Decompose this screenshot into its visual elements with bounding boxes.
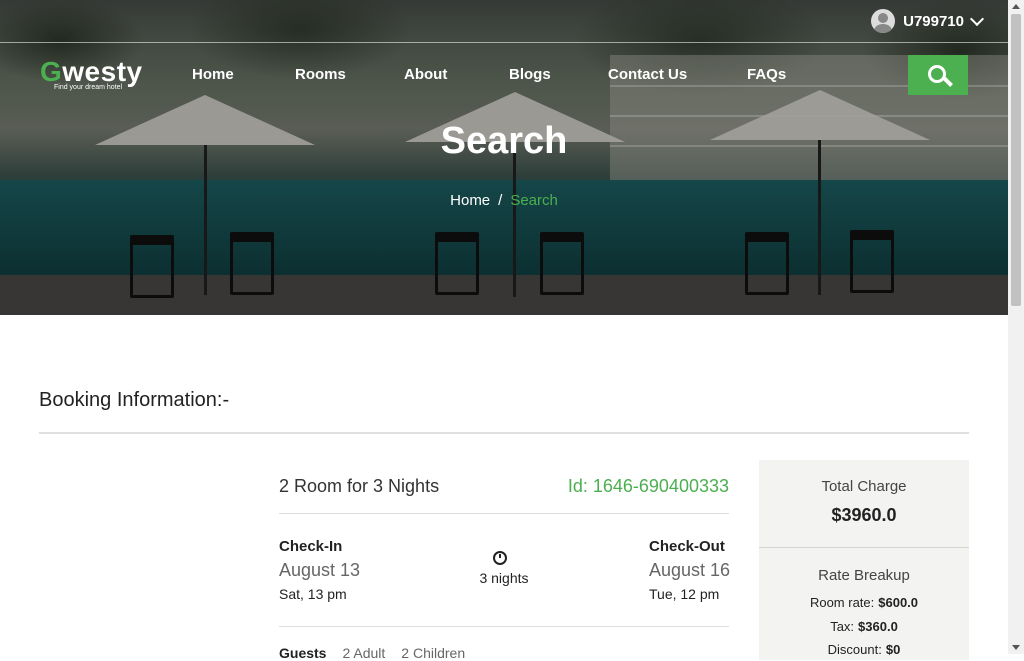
guests-adults: 2 Adult bbox=[342, 645, 386, 661]
search-button[interactable] bbox=[908, 55, 968, 95]
room-rate-label: Room rate: bbox=[809, 595, 875, 610]
checkin-time: Sat, 13 pm bbox=[279, 586, 347, 602]
checkout-label: Check-Out bbox=[649, 538, 725, 555]
booking-summary: 2 Room for 3 Nights bbox=[279, 476, 440, 496]
nav-home[interactable]: Home bbox=[192, 66, 234, 83]
breadcrumb-current: Search bbox=[510, 192, 558, 209]
stay-duration: 3 nights bbox=[479, 570, 529, 586]
breadcrumb-separator: / bbox=[498, 192, 503, 209]
guests-children: 2 Children bbox=[401, 645, 466, 661]
scroll-up-arrow-icon[interactable] bbox=[1012, 4, 1020, 9]
divider bbox=[39, 432, 969, 434]
divider bbox=[759, 547, 969, 548]
room-rate-row: Room rate: $600.0 bbox=[759, 595, 969, 610]
room-rate-value: $600.0 bbox=[878, 595, 919, 610]
tax-value: $360.0 bbox=[858, 619, 898, 634]
checkout-time: Tue, 12 pm bbox=[649, 586, 720, 602]
checkin-label: Check-In bbox=[279, 538, 343, 555]
clock-icon bbox=[493, 551, 507, 565]
checkin-date: August 13 bbox=[279, 560, 361, 580]
checkout-date: August 16 bbox=[649, 560, 731, 580]
search-icon-handle bbox=[943, 77, 953, 87]
hero-banner: U799710 Gwesty Find your dream hotel Hom… bbox=[0, 0, 1008, 315]
tax-row: Tax: $360.0 bbox=[759, 619, 969, 634]
username: U799710 bbox=[903, 12, 964, 30]
scroll-down-arrow-icon[interactable] bbox=[1012, 645, 1020, 650]
section-title: Booking Information:- bbox=[39, 389, 230, 411]
rate-breakup-label: Rate Breakup bbox=[818, 567, 910, 584]
total-charge-value: $3960.0 bbox=[831, 505, 897, 525]
user-menu[interactable]: U799710 bbox=[871, 9, 985, 33]
discount-label: Discount: bbox=[827, 642, 882, 657]
nav-rooms[interactable]: Rooms bbox=[295, 66, 346, 83]
tax-label: Tax: bbox=[830, 619, 855, 634]
booking-id: Id: 1646-690400333 bbox=[567, 476, 729, 496]
breadcrumb: Home / Search bbox=[0, 192, 1008, 209]
scrollbar-thumb[interactable] bbox=[1011, 14, 1021, 306]
site-logo[interactable]: Gwesty Find your dream hotel bbox=[40, 56, 143, 92]
logo-letter: G bbox=[40, 56, 63, 87]
breadcrumb-home[interactable]: Home bbox=[450, 192, 490, 209]
divider bbox=[279, 513, 729, 514]
price-panel: Total Charge $3960.0 Rate Breakup Room r… bbox=[759, 460, 969, 660]
user-avatar-icon bbox=[871, 9, 896, 33]
top-bar: U799710 bbox=[0, 0, 1008, 43]
chevron-down-icon bbox=[969, 11, 985, 26]
nav-blogs[interactable]: Blogs bbox=[509, 66, 551, 83]
nav-about[interactable]: About bbox=[404, 66, 447, 83]
guests-row: Guests 2 Adult 2 Children bbox=[279, 645, 481, 661]
page-scrollbar[interactable] bbox=[1008, 0, 1024, 654]
total-charge-label: Total Charge bbox=[821, 478, 907, 495]
logo-text: westy bbox=[62, 56, 143, 87]
discount-value: $0 bbox=[885, 642, 901, 657]
page-title: Search bbox=[440, 120, 568, 162]
divider bbox=[279, 626, 729, 627]
discount-row: Discount: $0 bbox=[759, 642, 969, 657]
guests-label: Guests bbox=[279, 645, 327, 661]
nav-faqs[interactable]: FAQs bbox=[747, 66, 786, 83]
nav-contact-us[interactable]: Contact Us bbox=[608, 66, 687, 83]
